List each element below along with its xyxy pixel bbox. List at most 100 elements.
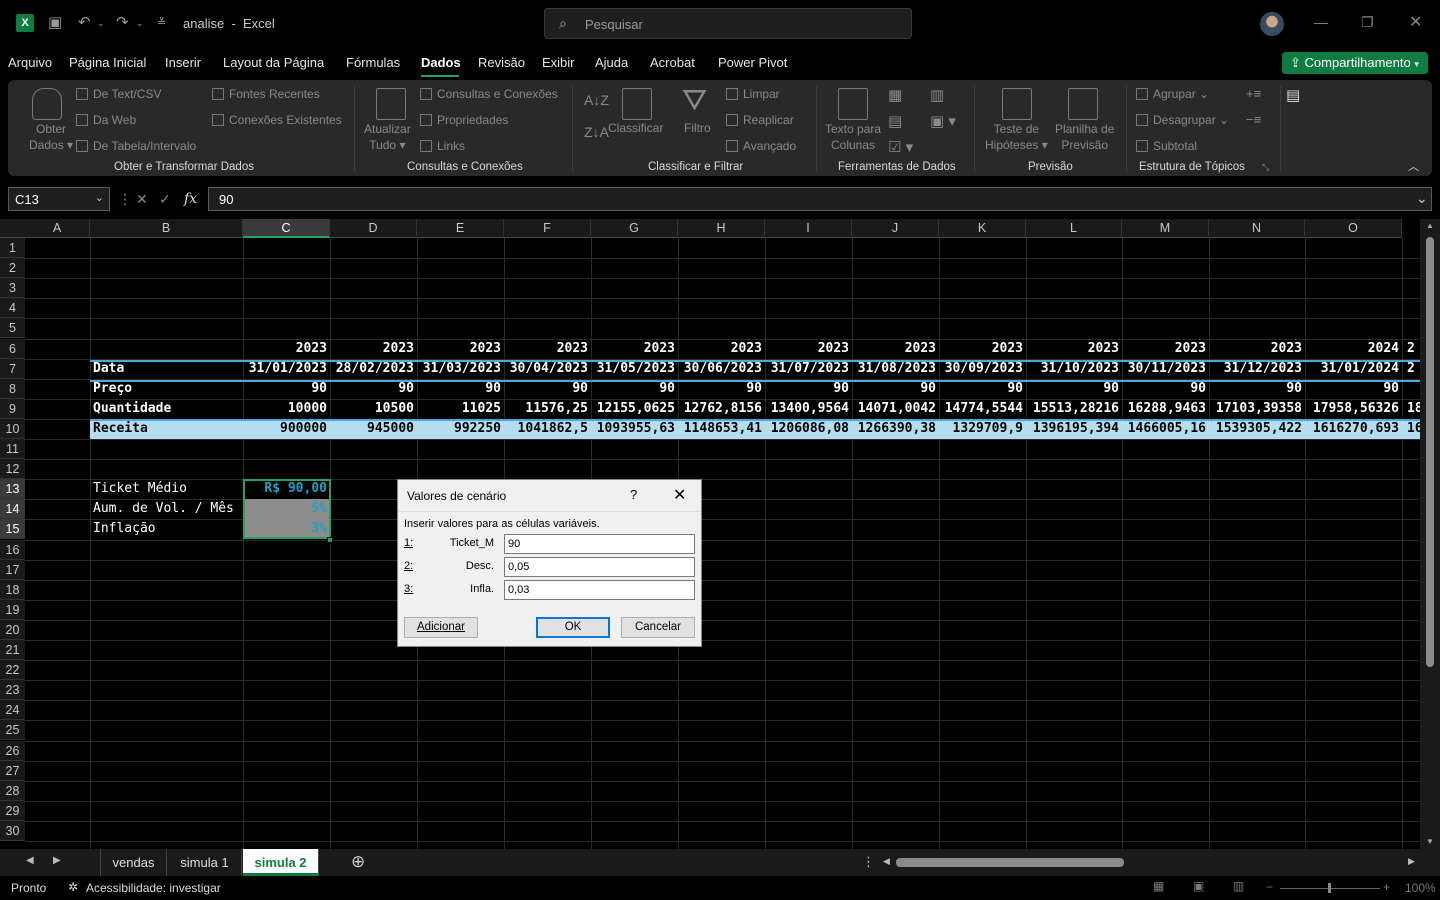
add-sheet-icon[interactable]: ⊕ — [351, 852, 365, 872]
column-header[interactable]: N — [1209, 219, 1305, 238]
date-cell[interactable]: 30/09/2023 — [939, 359, 1026, 379]
zoom-level[interactable]: 100% — [1405, 881, 1436, 895]
add-button[interactable]: Adicionar — [404, 617, 478, 638]
tab-pagina-inicial[interactable]: Página Inicial — [69, 55, 146, 70]
year-cell[interactable]: 2023 — [678, 339, 765, 359]
tab-arquivo[interactable]: Arquivo — [8, 55, 52, 70]
quantity-cell[interactable]: 11576,25 — [504, 399, 591, 419]
year-cell[interactable]: 2023 — [243, 339, 330, 359]
quantity-cell[interactable]: 12762,8156 — [678, 399, 765, 419]
quantity-cell[interactable]: 16288,9463 — [1122, 399, 1209, 419]
price-cell[interactable]: 90 — [1122, 379, 1209, 399]
revenue-cell[interactable]: 1148653,41 — [678, 419, 765, 439]
collapse-ribbon-icon[interactable]: ︿ — [1408, 158, 1419, 174]
revenue-cell[interactable]: 1616270,693 — [1305, 419, 1402, 439]
price-cell[interactable]: 90 — [330, 379, 417, 399]
zoom-in-icon[interactable]: + — [1383, 880, 1390, 894]
next-sheet-icon[interactable]: ▶ — [53, 855, 61, 866]
row-header[interactable]: 16 — [0, 540, 25, 560]
column-header[interactable]: J — [852, 219, 939, 238]
sheet-tab-simula-1[interactable]: simula 1 — [168, 849, 242, 876]
fontes-recentes-button[interactable]: Fontes Recentes — [212, 87, 320, 101]
date-cell[interactable]: 31/01/2023 — [243, 359, 330, 379]
row-header[interactable]: 12 — [0, 459, 25, 479]
row-header[interactable]: 17 — [0, 560, 25, 580]
row-header[interactable]: 19 — [0, 600, 25, 620]
row-header[interactable]: 15 — [0, 519, 25, 539]
ticket-value-input[interactable] — [504, 534, 695, 554]
price-cell[interactable]: 90 — [243, 379, 330, 399]
price-cell[interactable]: 90 — [852, 379, 939, 399]
year-cell[interactable]: 2023 — [765, 339, 852, 359]
restore-icon[interactable]: ❐ — [1361, 14, 1374, 31]
row-header[interactable]: 24 — [0, 700, 25, 720]
de-tabela-button[interactable]: De Tabela/Intervalo — [76, 139, 196, 153]
revenue-cell[interactable]: 1466005,16 — [1122, 419, 1209, 439]
row-header[interactable]: 8 — [0, 379, 25, 399]
share-button[interactable]: ⇪ Compartilhamento ▾ — [1282, 52, 1428, 74]
minimize-icon[interactable]: — — [1314, 14, 1328, 30]
remove-duplicates-icon[interactable]: ▤ — [888, 112, 902, 130]
row-header[interactable]: 30 — [0, 821, 25, 841]
column-header[interactable]: A — [25, 219, 90, 238]
param-value[interactable]: R$ 90,00 — [243, 479, 330, 499]
quantity-cell[interactable]: 17958,56326 — [1305, 399, 1402, 419]
quantity-cell[interactable]: 15513,28216 — [1026, 399, 1122, 419]
enter-icon[interactable]: ✓ — [159, 191, 171, 208]
accessibility-status[interactable]: Acessibilidade: investigar — [86, 881, 221, 895]
param-label[interactable]: Ticket Médio — [90, 479, 243, 499]
filtro-button[interactable]: Filtro — [684, 121, 711, 135]
flash-fill-icon[interactable]: ▦ — [888, 86, 902, 104]
row-header[interactable]: 13 — [0, 479, 25, 499]
year-cell[interactable]: 2023 — [939, 339, 1026, 359]
param-label[interactable]: Inflação — [90, 519, 243, 539]
avancado-button[interactable]: Avançado — [726, 139, 796, 153]
revenue-cell[interactable]: 992250 — [417, 419, 504, 439]
year-cell[interactable]: 2023 — [1026, 339, 1122, 359]
data-model-icon[interactable]: ▣ ▾ — [930, 112, 956, 130]
tab-inserir[interactable]: Inserir — [165, 55, 201, 70]
date-cell[interactable]: 30/04/2023 — [504, 359, 591, 379]
desagrupar-button[interactable]: Desagrupar ⌄ — [1136, 113, 1229, 127]
planilha-previsao-button[interactable]: Planilha de Previsão — [1055, 121, 1114, 153]
row-header[interactable]: 25 — [0, 720, 25, 740]
revenue-cell[interactable]: 900000 — [243, 419, 330, 439]
row-header[interactable]: 3 — [0, 278, 25, 298]
year-cell[interactable]: 2023 — [417, 339, 504, 359]
revenue-cell[interactable]: 1206086,08 — [765, 419, 852, 439]
quantity-cell[interactable]: 10500 — [330, 399, 417, 419]
limpar-button[interactable]: Limpar — [726, 87, 780, 101]
classificar-button[interactable]: Classificar — [608, 121, 663, 135]
column-header[interactable]: O — [1305, 219, 1402, 238]
revenue-cell[interactable]: 1266390,38 — [852, 419, 939, 439]
sort-za-icon[interactable]: Z↓A — [584, 124, 609, 140]
help-icon[interactable]: ? — [630, 487, 637, 502]
scroll-down-icon[interactable]: ▼ — [1426, 837, 1434, 846]
tab-dados[interactable]: Dados — [421, 55, 461, 70]
column-header[interactable]: D — [330, 219, 417, 238]
undo-icon[interactable]: ↶ — [78, 13, 91, 31]
more-options-icon[interactable]: ⋮ — [118, 191, 132, 208]
date-cell[interactable]: 31/08/2023 — [852, 359, 939, 379]
cancel-icon[interactable]: ✕ — [136, 191, 148, 208]
date-cell[interactable]: 31/03/2023 — [417, 359, 504, 379]
revenue-cell[interactable]: 1396195,394 — [1026, 419, 1122, 439]
date-cell[interactable]: 30/06/2023 — [678, 359, 765, 379]
revenue-cell[interactable]: 945000 — [330, 419, 417, 439]
date-cell[interactable]: 31/05/2023 — [591, 359, 678, 379]
sheet-tab-simula-2[interactable]: simula 2 — [243, 849, 319, 876]
price-cell[interactable]: 90 — [678, 379, 765, 399]
save-icon[interactable]: ▣ — [48, 13, 62, 31]
select-all-corner[interactable] — [0, 219, 25, 238]
data-validation-icon[interactable]: ☑ ▾ — [888, 138, 913, 156]
quantity-cell[interactable]: 13400,9564 — [765, 399, 852, 419]
date-cell[interactable]: 31/07/2023 — [765, 359, 852, 379]
column-header[interactable]: I — [765, 219, 852, 238]
revenue-cell[interactable]: 1329709,9 — [939, 419, 1026, 439]
atualizar-tudo-button[interactable]: Atualizar Tudo ▾ — [364, 121, 411, 153]
tab-formulas[interactable]: Fórmulas — [346, 55, 400, 70]
revenue-cell[interactable]: 1041862,5 — [504, 419, 591, 439]
price-cell[interactable]: 90 — [1305, 379, 1402, 399]
date-cell[interactable]: 30/11/2023 — [1122, 359, 1209, 379]
column-header[interactable]: H — [678, 219, 765, 238]
